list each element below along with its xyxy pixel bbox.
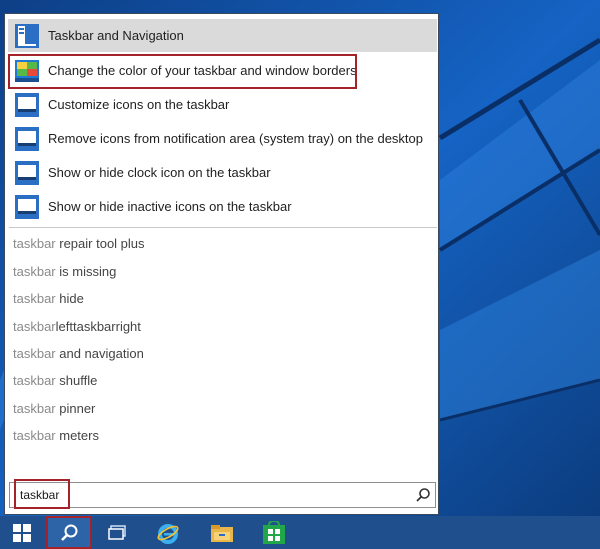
taskbar-settings-icon (15, 126, 39, 151)
result-label: Change the color of your taskbar and win… (48, 63, 357, 78)
task-view-icon (108, 524, 126, 540)
search-input[interactable] (12, 485, 410, 505)
suggestion-item[interactable]: taskbar is missing (13, 262, 433, 282)
result-label: Customize icons on the taskbar (48, 97, 230, 112)
search-box (9, 479, 436, 509)
result-item-customize-icons[interactable]: Customize icons on the taskbar (8, 88, 437, 121)
suggestion-item[interactable]: taskbar and navigation (13, 344, 433, 364)
result-item-inactive-icons[interactable]: Show or hide inactive icons on the taskb… (8, 190, 437, 223)
result-item-change-color[interactable]: Change the color of your taskbar and win… (8, 54, 437, 87)
start-button[interactable] (0, 516, 44, 549)
result-item-remove-icons[interactable]: Remove icons from notification area (sys… (8, 122, 437, 155)
color-settings-icon (15, 59, 39, 82)
taskbar (0, 516, 600, 549)
suggestion-item[interactable]: taskbar meters (13, 426, 433, 446)
suggestion-item[interactable]: taskbar hide (13, 289, 433, 309)
start-icon (13, 523, 31, 542)
taskbar-settings-icon (15, 92, 39, 117)
suggestion-item[interactable]: taskbar pinner (13, 399, 433, 419)
internet-explorer-icon (157, 523, 179, 544)
result-item-clock-icon[interactable]: Show or hide clock icon on the taskbar (8, 156, 437, 189)
results-divider (9, 227, 437, 228)
suggestion-item[interactable]: taskbar repair tool plus (13, 234, 433, 254)
search-results-panel: Taskbar and Navigation Change the color … (4, 13, 439, 515)
result-label: Show or hide clock icon on the taskbar (48, 165, 271, 180)
result-item-taskbar-navigation[interactable]: Taskbar and Navigation (8, 19, 437, 52)
file-explorer-icon (211, 524, 233, 542)
suggestion-item[interactable]: taskbar shuffle (13, 371, 433, 391)
task-view-button[interactable] (96, 516, 140, 549)
store-icon (263, 520, 285, 544)
taskbar-navigation-icon (15, 23, 39, 48)
search-icon[interactable] (415, 487, 431, 503)
result-label: Show or hide inactive icons on the taskb… (48, 199, 292, 214)
internet-explorer-button[interactable] (146, 516, 190, 549)
store-button[interactable] (252, 516, 296, 549)
suggestion-item[interactable]: taskbarlefttaskbarright (13, 317, 433, 337)
result-label: Remove icons from notification area (sys… (48, 131, 423, 146)
taskbar-settings-icon (15, 160, 39, 185)
result-label: Taskbar and Navigation (48, 28, 184, 43)
file-explorer-button[interactable] (200, 516, 244, 549)
annotation-highlight-taskbar-search (46, 516, 92, 549)
taskbar-settings-icon (15, 194, 39, 219)
